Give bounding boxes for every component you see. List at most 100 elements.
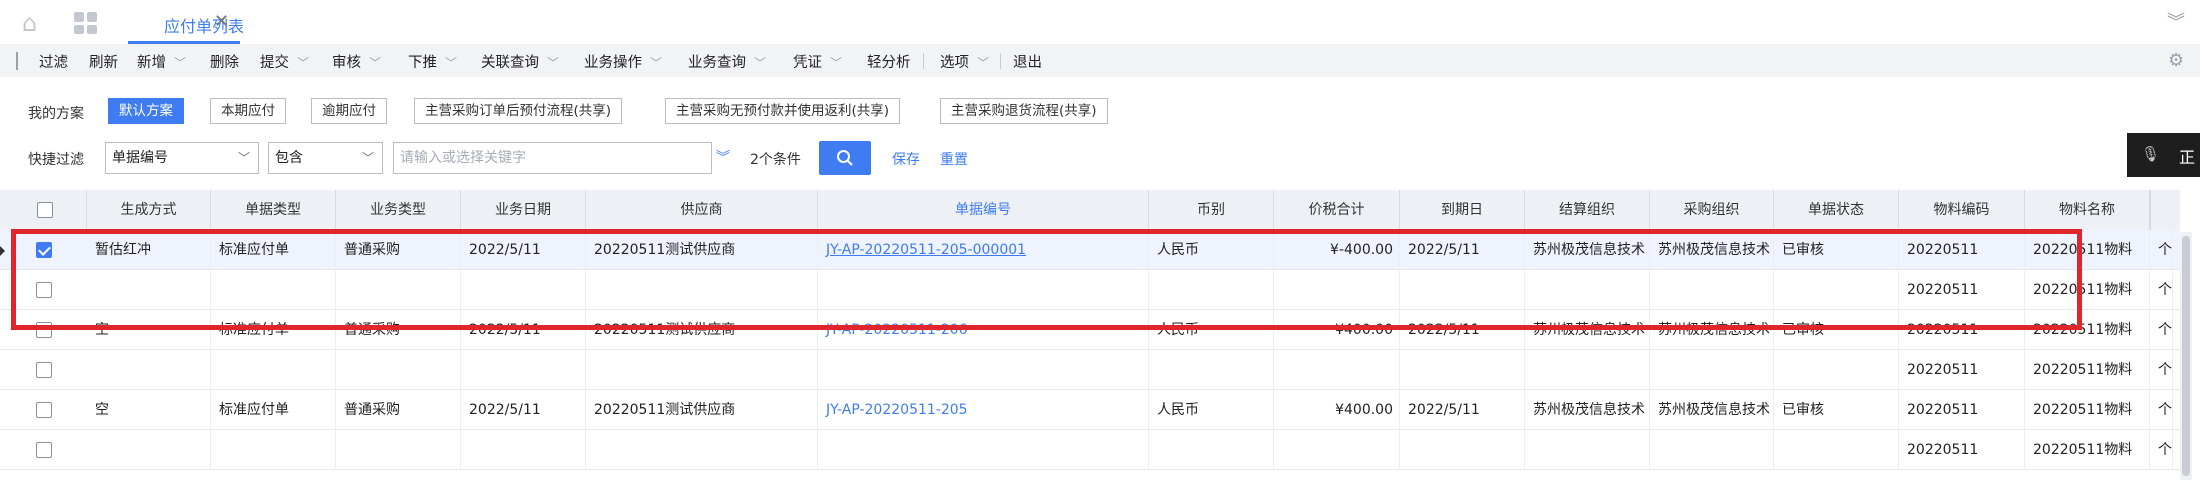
expand-conditions-icon[interactable]: ︾ <box>716 147 730 167</box>
toolbar-item[interactable]: 关联查询 ﹀ <box>481 51 559 72</box>
row-checkbox[interactable] <box>36 402 52 418</box>
bill-number-link[interactable] <box>818 270 1149 310</box>
table-cell: 人民币 <box>1149 390 1274 430</box>
bill-number-link[interactable]: JY-AP-20220511-205 <box>818 390 1149 430</box>
column-header[interactable]: 采购组织 <box>1650 190 1774 230</box>
bill-number-link[interactable]: JY-AP-20220511-205-000001 <box>818 230 1149 270</box>
column-header[interactable] <box>2150 190 2151 230</box>
keyword-input[interactable]: 请输入或选择关键字 <box>393 142 712 174</box>
scheme-button[interactable]: 逾期应付 <box>311 98 387 124</box>
table-cell: 2022/5/11 <box>1400 230 1525 270</box>
column-header[interactable]: 单据类型 <box>211 190 336 230</box>
toolbar-item[interactable]: 业务操作 ﹀ <box>584 51 662 72</box>
column-header[interactable]: 生成方式 <box>87 190 211 230</box>
table-cell <box>336 430 461 470</box>
scheme-button[interactable]: 本期应付 <box>210 98 286 124</box>
table-cell: 普通采购 <box>336 390 461 430</box>
table-cell <box>461 350 586 390</box>
collapse-icon[interactable]: ︾ <box>2167 8 2185 34</box>
toolbar-item[interactable]: 退出 <box>1013 51 1042 72</box>
bill-number-link[interactable]: JY-AP-20220511-206 <box>818 310 1149 350</box>
column-header[interactable]: 物料名称 <box>2025 190 2150 230</box>
chevron-down-icon: ﹀ <box>361 151 374 165</box>
table-cell: 个 <box>2150 350 2173 390</box>
row-checkbox[interactable] <box>36 322 52 338</box>
table-cell <box>1774 270 1899 310</box>
column-header[interactable]: 到期日 <box>1400 190 1525 230</box>
toolbar-item[interactable]: 轻分析 <box>867 51 911 72</box>
scheme-button[interactable]: 默认方案 <box>108 98 184 124</box>
column-header[interactable]: 单据编号 <box>818 190 1149 230</box>
bill-number-link[interactable] <box>818 430 1149 470</box>
condition-count[interactable]: 2个条件 <box>750 149 801 169</box>
row-checkbox[interactable] <box>36 442 52 458</box>
column-header[interactable]: 价税合计 <box>1274 190 1400 230</box>
table-cell <box>586 430 818 470</box>
table-cell: 已审核 <box>1774 390 1899 430</box>
table-cell <box>1650 430 1774 470</box>
table-cell: 20220511物料 <box>2025 350 2150 390</box>
column-header[interactable]: 业务类型 <box>336 190 461 230</box>
floating-widget-text: 正 <box>2179 148 2196 167</box>
column-header[interactable]: 结算组织 <box>1525 190 1650 230</box>
scheme-button[interactable]: 主营采购订单后预付流程(共享) <box>414 98 623 124</box>
table-row[interactable]: 20220511 20220511物料个 <box>0 350 2180 390</box>
chevron-down-icon: ﹀ <box>650 56 663 70</box>
table-cell <box>1400 350 1525 390</box>
column-header[interactable]: 单据状态 <box>1774 190 1899 230</box>
toolbar-item[interactable]: 刷新 <box>89 51 118 72</box>
table-row[interactable]: 空标准应付单 普通采购 2022/5/11 20220511测试供应商 JY-AP-20… <box>0 310 2180 350</box>
toolbar-item[interactable]: 业务查询 ﹀ <box>688 51 766 72</box>
floating-widget[interactable]: 🎙 正 <box>2127 133 2200 177</box>
save-scheme-link[interactable]: 保存 <box>892 149 920 169</box>
table-cell <box>87 270 211 310</box>
row-checkbox[interactable] <box>36 242 52 258</box>
gear-icon[interactable]: ⚙ <box>2168 50 2184 71</box>
filter-field-select[interactable]: 单据编号 ﹀ <box>105 142 259 174</box>
toolbar-item[interactable]: 删除 <box>210 51 239 72</box>
table-row[interactable]: 20220511 20220511物料个 <box>0 270 2180 310</box>
bill-number-link[interactable] <box>818 350 1149 390</box>
row-checkbox[interactable] <box>36 282 52 298</box>
table-cell <box>211 350 336 390</box>
table-cell: ¥-400.00 <box>1274 230 1400 270</box>
toolbar-item[interactable]: 凭证 ﹀ <box>793 51 842 72</box>
table-cell: 20220511 <box>1899 430 2025 470</box>
column-header[interactable]: 物料编码 <box>1899 190 2025 230</box>
select-all-checkbox[interactable] <box>37 202 53 218</box>
toolbar-item[interactable]: 新增 ﹀ <box>137 51 186 72</box>
toolbar-item[interactable]: 选项 ﹀ <box>940 51 989 72</box>
grid-header: 生成方式 单据类型 业务类型 业务日期 供应商 单据编号 币别 价税合计 到期日 结算组织 采购组织… <box>0 190 2180 231</box>
column-header[interactable]: 币别 <box>1149 190 1274 230</box>
table-row[interactable]: 20220511 20220511物料个 <box>0 430 2180 470</box>
toolbar-item[interactable]: 提交 ﹀ <box>260 51 309 72</box>
close-icon[interactable]: ✕ <box>214 11 229 32</box>
column-header[interactable]: 业务日期 <box>461 190 586 230</box>
home-icon[interactable]: ⌂ <box>22 11 48 35</box>
tab-bar: ⌂ 应付单列表 ✕ ︾ <box>0 0 2200 44</box>
header-select-all[interactable] <box>10 190 87 230</box>
filter-operator-select[interactable]: 包含 ﹀ <box>268 142 383 174</box>
toolbar-item-label: 删除 <box>210 55 239 71</box>
scheme-button[interactable]: 主营采购无预付款并使用返利(共享) <box>665 98 901 124</box>
scheme-button[interactable]: 主营采购退货流程(共享) <box>940 98 1108 124</box>
row-checkbox[interactable] <box>36 362 52 378</box>
reset-link[interactable]: 重置 <box>940 149 968 169</box>
toolbar-item[interactable]: 下推 ﹀ <box>408 51 457 72</box>
scrollbar-thumb[interactable] <box>2182 236 2190 476</box>
table-cell <box>586 270 818 310</box>
tab-payable-list[interactable]: 应付单列表 ✕ <box>128 0 244 44</box>
table-cell <box>461 270 586 310</box>
grid-icon[interactable] <box>74 12 97 34</box>
toolbar-item[interactable]: 审核 ﹀ <box>332 51 381 72</box>
column-header[interactable]: 供应商 <box>586 190 818 230</box>
search-button[interactable] <box>819 141 871 175</box>
table-row[interactable]: 空标准应付单 普通采购 2022/5/11 20220511测试供应商 JY-AP-20… <box>0 390 2180 430</box>
toolbar-item-label: 业务操作 <box>584 55 642 71</box>
chevron-down-icon: ﹀ <box>977 56 990 70</box>
tab-label: 应付单列表 <box>164 17 245 36</box>
vertical-scrollbar[interactable] <box>2180 232 2192 480</box>
table-cell <box>1650 270 1774 310</box>
table-row[interactable]: 暂估红冲 标准应付单 普通采购 2022/5/11 20220511测试供应商 JY-AP… <box>0 230 2180 270</box>
toolbar-item[interactable]: 过滤 <box>39 51 68 72</box>
